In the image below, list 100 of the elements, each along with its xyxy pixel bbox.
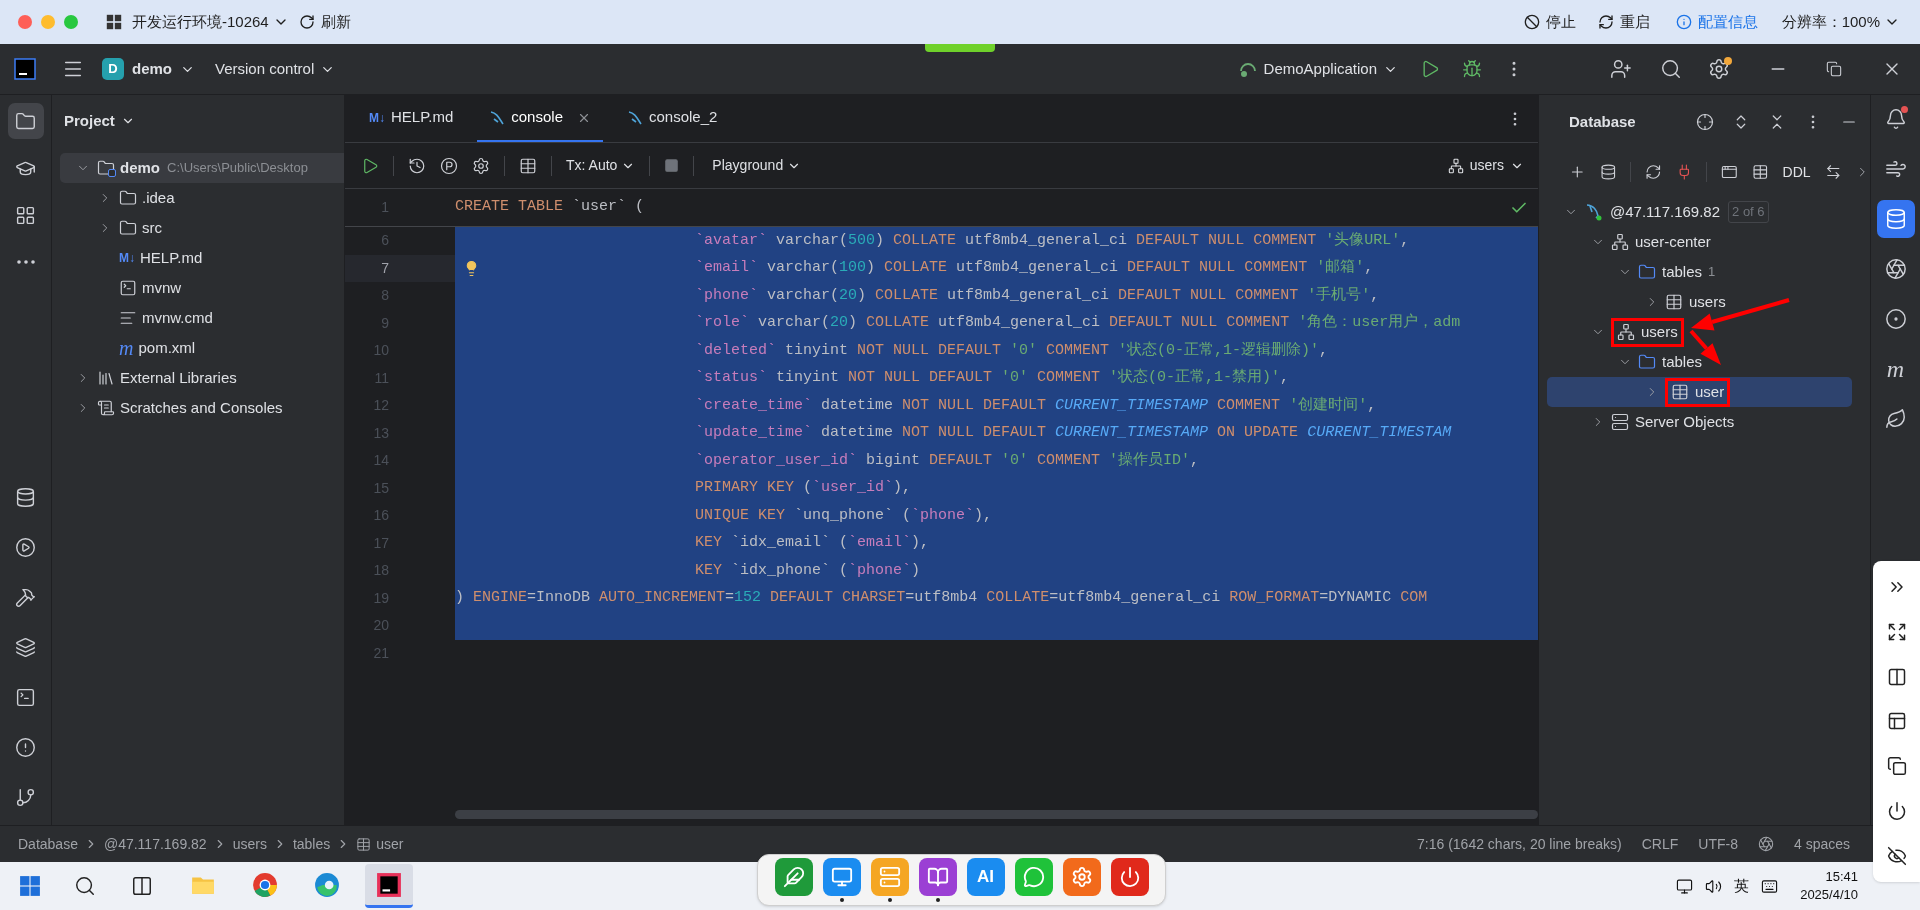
scrollbar[interactable] xyxy=(455,810,1538,819)
cursor-position[interactable]: 7:16 (1642 chars, 20 line breaks) xyxy=(1417,833,1622,855)
refresh-button[interactable]: 刷新 xyxy=(298,10,351,34)
tree-item[interactable]: mvnw xyxy=(60,273,344,303)
table-icon[interactable] xyxy=(519,156,537,175)
parameters-icon[interactable] xyxy=(440,156,458,175)
console-icon[interactable] xyxy=(1721,163,1738,181)
playground-dropdown[interactable]: Playground xyxy=(712,155,802,176)
table-icon[interactable] xyxy=(1751,163,1769,181)
tree-item[interactable]: m pom.xml xyxy=(60,333,344,363)
resolution-dropdown[interactable]: 分辨率：100% xyxy=(1781,10,1900,34)
breadcrumb-item[interactable]: users xyxy=(232,833,267,855)
tree-item[interactable]: Scratches and Consoles xyxy=(60,393,344,423)
tree-item[interactable]: users xyxy=(1547,317,1852,347)
inspection-icon[interactable] xyxy=(1757,836,1774,852)
search-icon[interactable] xyxy=(1660,58,1682,80)
folder-icon xyxy=(1638,263,1656,281)
editor-tab[interactable]: console_2 xyxy=(614,95,730,142)
task-view-icon[interactable] xyxy=(131,875,153,897)
indent-setting[interactable]: 4 spaces xyxy=(1793,833,1850,855)
ddl-button[interactable]: DDL xyxy=(1782,161,1811,183)
server-icon xyxy=(1611,413,1629,431)
locate-icon[interactable] xyxy=(1696,113,1714,131)
tree-item[interactable]: External Libraries xyxy=(60,363,344,393)
run-configuration-dropdown[interactable]: DemoApplication xyxy=(1237,57,1398,81)
folder-icon xyxy=(119,219,137,237)
tree-item[interactable]: demo C:\Users\Public\Desktop xyxy=(60,153,344,183)
folder-icon xyxy=(1638,353,1656,371)
clock[interactable]: 15:41 2025/4/10 xyxy=(1800,868,1858,904)
transaction-mode-dropdown[interactable]: Tx: Auto xyxy=(566,155,636,176)
tool-window-button[interactable]: m xyxy=(1876,350,1915,388)
project-view-dropdown[interactable]: Project xyxy=(64,109,135,133)
dock-app[interactable] xyxy=(1062,858,1101,896)
vcs-dropdown[interactable]: Version control xyxy=(215,57,336,81)
dock-app[interactable] xyxy=(774,858,813,896)
tree-item[interactable]: Server Objects xyxy=(1547,407,1852,437)
breadcrumb-item[interactable]: tables xyxy=(292,833,331,855)
tree-item[interactable]: @47.117.169.82 2 of 6 xyxy=(1547,197,1852,227)
file-encoding[interactable]: UTF-8 xyxy=(1698,833,1738,855)
compare-icon[interactable] xyxy=(1824,163,1842,181)
taskbar-app[interactable] xyxy=(365,864,413,908)
dock-app[interactable] xyxy=(1110,858,1149,896)
debug-icon[interactable] xyxy=(1462,59,1482,79)
settings-icon[interactable] xyxy=(1708,58,1730,80)
environment-dropdown[interactable]: 开发运行环境-10264 xyxy=(132,10,289,34)
tool-window-button[interactable] xyxy=(1876,200,1915,238)
layout-icon[interactable] xyxy=(1886,711,1907,732)
network-icon[interactable] xyxy=(1676,877,1694,895)
project-path: C:\Users\Public\Desktop xyxy=(167,159,308,178)
line-separator[interactable]: CRLF xyxy=(1641,833,1679,855)
config-button[interactable]: 配置信息 xyxy=(1675,10,1758,34)
services-icon xyxy=(15,536,36,558)
restore-icon[interactable] xyxy=(1826,61,1842,77)
editor-tab[interactable]: console xyxy=(477,95,603,142)
breadcrumb-item[interactable]: Database xyxy=(18,833,78,855)
hide-icon[interactable] xyxy=(1886,845,1907,866)
tree-item[interactable]: tables xyxy=(1547,347,1852,377)
execute-icon[interactable] xyxy=(361,156,379,175)
bell-icon xyxy=(1884,108,1907,130)
tree-item[interactable]: tables 1 xyxy=(1547,257,1852,287)
tree-item[interactable]: user-center xyxy=(1547,227,1852,257)
schema-dropdown[interactable]: users xyxy=(1447,155,1524,176)
tree-item[interactable]: mvnw.cmd xyxy=(60,303,344,333)
volume-icon[interactable] xyxy=(1705,877,1723,895)
add-user-icon[interactable] xyxy=(1610,58,1632,80)
schema-icon xyxy=(1611,233,1629,251)
settings-icon[interactable] xyxy=(472,156,490,175)
windows-icon[interactable] xyxy=(1886,756,1907,777)
schema-icon xyxy=(1447,157,1464,174)
folder-icon xyxy=(119,189,137,207)
console-icon xyxy=(489,109,506,126)
tree-item[interactable]: users xyxy=(1547,287,1852,317)
database-settings-icon[interactable] xyxy=(1599,163,1617,181)
split-icon[interactable] xyxy=(1886,666,1907,687)
monitor-icon xyxy=(830,866,853,888)
tree-item[interactable]: M↓ HELP.md xyxy=(60,243,344,273)
tree-item[interactable]: src xyxy=(60,213,344,243)
tree-item[interactable]: user xyxy=(1547,377,1852,407)
history-icon[interactable] xyxy=(408,156,426,175)
refresh-icon[interactable] xyxy=(1645,163,1662,181)
text-file-icon xyxy=(119,309,137,327)
markdown-icon: M↓ xyxy=(369,108,385,127)
breadcrumb-item[interactable]: @47.117.169.82 xyxy=(103,833,207,855)
power-icon[interactable] xyxy=(1886,800,1907,821)
expand-icon[interactable] xyxy=(1886,622,1907,643)
stop-button[interactable]: 停止 xyxy=(1523,10,1576,34)
input-method-indicator[interactable]: 英 xyxy=(1734,874,1750,898)
tool-window-button[interactable] xyxy=(7,103,44,139)
dock-app[interactable] xyxy=(822,858,861,896)
tree-item[interactable]: .idea xyxy=(60,183,344,213)
app-logo-icon[interactable] xyxy=(14,58,36,80)
stop-icon[interactable] xyxy=(664,158,680,173)
project-switcher[interactable]: D demo xyxy=(102,57,195,81)
dock-app[interactable] xyxy=(918,858,957,896)
keyboard-icon[interactable] xyxy=(1761,877,1779,895)
terminal-icon xyxy=(15,686,36,708)
search-icon[interactable] xyxy=(74,875,96,897)
restart-button[interactable]: 重启 xyxy=(1597,10,1650,34)
editor-tab[interactable]: M↓ HELP.md xyxy=(357,95,466,142)
breadcrumb-item[interactable]: user xyxy=(356,833,404,855)
